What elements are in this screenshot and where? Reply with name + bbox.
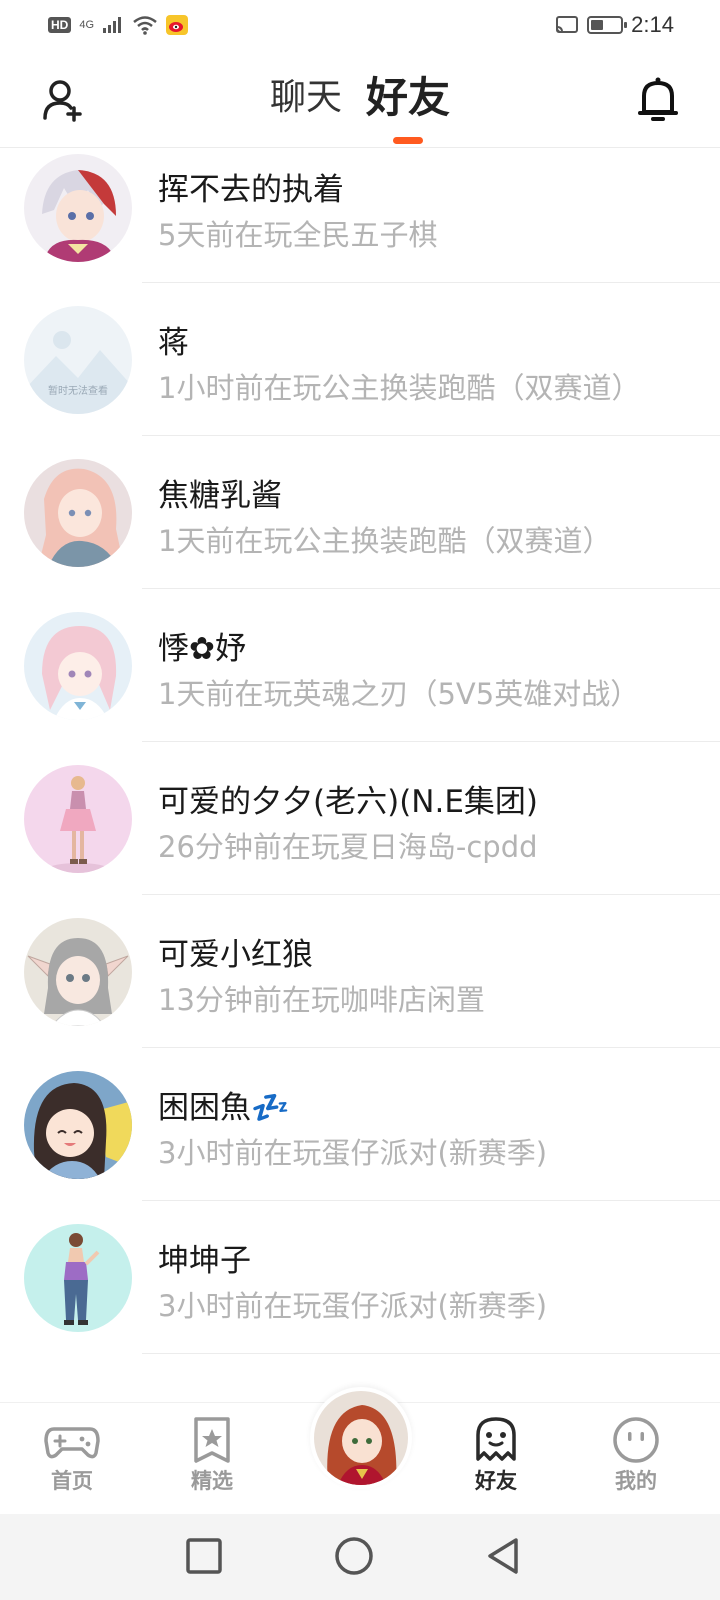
- status-right: 2:14: [555, 12, 674, 38]
- battery-icon: [587, 16, 628, 34]
- list-item[interactable]: 可爱的夕夕(老六)(N.E集团) 26分钟前在玩夏日海岛-cpdd: [0, 742, 720, 898]
- friend-status: 26分钟前在玩夏日海岛-cpdd: [158, 830, 538, 864]
- friend-status: 13分钟前在玩咖啡店闲置: [158, 983, 485, 1017]
- signal-icon: [103, 17, 122, 33]
- ghost-icon: [476, 1417, 516, 1461]
- avatar[interactable]: [24, 154, 132, 262]
- back-icon[interactable]: [482, 1534, 526, 1578]
- friend-status: 1天前在玩英魂之刃（5V5英雄对战）: [158, 677, 640, 711]
- list-item[interactable]: 坤坤子 3小时前在玩蛋仔派对(新赛季): [0, 1201, 720, 1357]
- network-type: 4G: [79, 19, 95, 31]
- nav-home-label: 首页: [51, 1469, 93, 1493]
- nav-home[interactable]: 首页: [22, 1415, 122, 1505]
- tab-friends[interactable]: 好友: [366, 72, 451, 144]
- weibo-icon: [166, 15, 189, 35]
- avatar[interactable]: [24, 612, 132, 720]
- divider: [142, 1353, 720, 1354]
- avatar[interactable]: 暂时无法查看: [24, 306, 132, 414]
- avatar[interactable]: [24, 1224, 132, 1332]
- nav-featured[interactable]: 精选: [162, 1415, 262, 1505]
- friend-name: 坤坤子: [158, 1243, 251, 1279]
- friend-status: 1天前在玩公主换装跑酷（双赛道）: [158, 524, 612, 558]
- star-bookmark-icon: [194, 1417, 230, 1463]
- profile-avatar[interactable]: [310, 1387, 412, 1489]
- friend-name: 可爱小红狼: [158, 937, 313, 973]
- nav-featured-label: 精选: [191, 1469, 233, 1493]
- nav-me[interactable]: 我的: [586, 1415, 686, 1505]
- avatar[interactable]: [24, 1071, 132, 1179]
- header-tabs: 聊天 好友: [0, 72, 720, 144]
- list-item[interactable]: 悸✿妤 1天前在玩英魂之刃（5V5英雄对战）: [0, 589, 720, 745]
- nav-friends-label: 好友: [475, 1469, 517, 1493]
- friend-name: 蒋: [158, 325, 189, 361]
- friend-status: 3小时前在玩蛋仔派对(新赛季): [158, 1136, 548, 1170]
- list-item[interactable]: 暂时无法查看 蒋 1小时前在玩公主换装跑酷（双赛道）: [0, 283, 720, 439]
- battery-fill: [591, 20, 604, 30]
- clock: 2:14: [631, 12, 674, 37]
- avatar[interactable]: [24, 459, 132, 567]
- friend-name: 挥不去的执着: [158, 172, 344, 208]
- friend-status: 5天前在玩全民五子棋: [158, 218, 438, 252]
- friend-status: 3小时前在玩蛋仔派对(新赛季): [158, 1289, 548, 1323]
- avatar[interactable]: [24, 765, 132, 873]
- list-item[interactable]: 可爱小红狼 13分钟前在玩咖啡店闲置: [0, 895, 720, 1051]
- bottom-nav: 首页 精选 好友 我的: [0, 1387, 720, 1514]
- system-nav-bar: [0, 1514, 720, 1600]
- friend-list[interactable]: 挥不去的执着 5天前在玩全民五子棋 暂时无法查看 蒋 1小时前在玩公主换装跑酷（…: [0, 150, 720, 1402]
- bell-icon[interactable]: [634, 74, 682, 126]
- avatar-placeholder-text: 暂时无法查看: [48, 384, 108, 397]
- friend-name: 困困魚💤: [158, 1090, 290, 1126]
- wifi-icon: [133, 16, 157, 35]
- tab-chat[interactable]: 聊天: [270, 72, 342, 124]
- cast-icon: [556, 16, 579, 33]
- avatar[interactable]: [24, 918, 132, 1026]
- friend-name: 可爱的夕夕(老六)(N.E集团): [158, 784, 539, 820]
- hd-badge: HD: [48, 17, 72, 33]
- smiley-icon: [613, 1417, 659, 1463]
- list-item[interactable]: 焦糖乳酱 1天前在玩公主换装跑酷（双赛道）: [0, 436, 720, 592]
- friend-status: 1小时前在玩公主换装跑酷（双赛道）: [158, 371, 641, 405]
- nav-me-label: 我的: [615, 1469, 657, 1493]
- friend-name: 悸✿妤: [158, 631, 246, 667]
- status-left: HD 4G: [48, 15, 189, 35]
- status-bar: HD 4G 2:14: [0, 0, 720, 50]
- list-item[interactable]: 困困魚💤 3小时前在玩蛋仔派对(新赛季): [0, 1048, 720, 1204]
- nav-friends[interactable]: 好友: [446, 1415, 546, 1505]
- tab-friends-label: 好友: [366, 73, 451, 122]
- home-icon[interactable]: [332, 1534, 376, 1578]
- recent-apps-icon[interactable]: [182, 1534, 226, 1578]
- tab-active-indicator: [393, 137, 423, 144]
- header: 聊天 好友: [0, 50, 720, 148]
- friend-name: 焦糖乳酱: [158, 478, 282, 514]
- gamepad-icon: [44, 1427, 100, 1459]
